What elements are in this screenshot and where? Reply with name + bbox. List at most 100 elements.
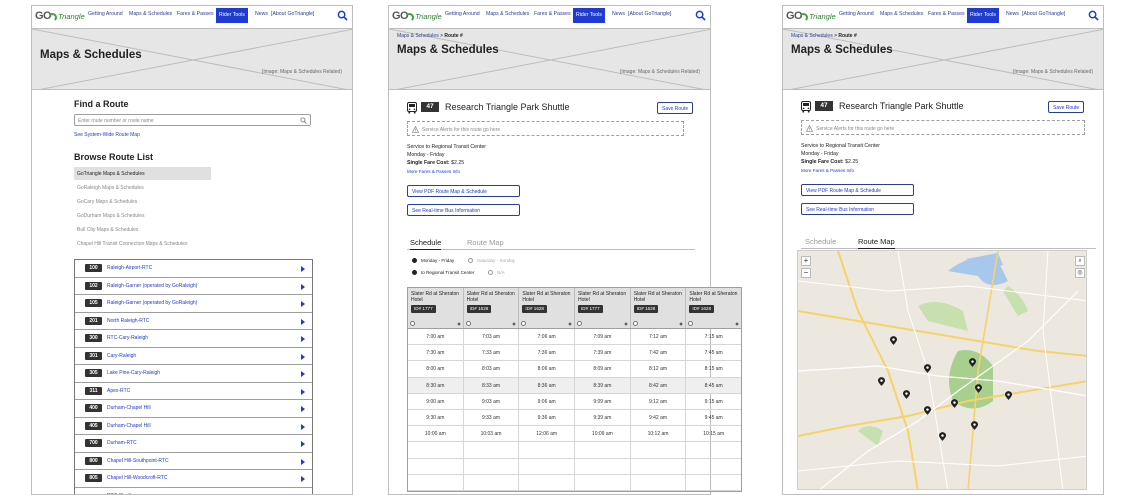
search-icon[interactable] xyxy=(1088,10,1099,21)
radio-weekday[interactable]: Monday - Friday xyxy=(412,258,454,263)
chevron-right-icon[interactable] xyxy=(301,476,305,482)
pdf-route-map-button[interactable]: View PDF Route Map & Schedule xyxy=(801,184,914,196)
chevron-right-icon[interactable] xyxy=(301,371,305,377)
check-icon[interactable] xyxy=(688,321,694,326)
nav-news[interactable]: News xyxy=(1006,11,1019,17)
map-pin-icon[interactable] xyxy=(924,406,931,415)
radio-direction-rtc[interactable]: to Regional Transit Center xyxy=(412,270,474,275)
nav-maps-schedules[interactable]: Maps & Schedules xyxy=(880,11,923,17)
chevron-right-icon[interactable] xyxy=(301,441,305,447)
zoom-out-button[interactable]: − xyxy=(801,268,811,278)
route-name-link[interactable]: Apex-RTC xyxy=(107,388,130,394)
search-icon[interactable] xyxy=(695,10,706,21)
tab-schedule[interactable]: Schedule xyxy=(805,235,836,248)
chevron-right-icon[interactable] xyxy=(301,283,305,290)
route-name-link[interactable]: Raleigh-Airport-RTC xyxy=(107,265,152,271)
browse-item-gotriangle[interactable]: GoTriangle Maps & Schedules xyxy=(74,167,211,180)
check-icon[interactable] xyxy=(577,321,583,326)
browse-item-bull-city[interactable]: Bull City Maps & Schedules xyxy=(74,223,211,236)
map-pin-icon[interactable] xyxy=(951,399,958,408)
chevron-right-icon[interactable] xyxy=(301,423,305,430)
zoom-in-button[interactable]: + xyxy=(801,256,811,266)
map-pin-icon[interactable] xyxy=(878,377,885,386)
fares-info-link[interactable]: More Fares & Passes Info xyxy=(801,168,854,173)
route-name-link[interactable]: Raleigh-Garner (operated by GoRaleigh) xyxy=(107,300,197,306)
route-search-input[interactable]: Enter route number or route name xyxy=(74,114,311,126)
route-list-row[interactable]: 400 Durham-Chapel Hill xyxy=(75,400,312,418)
save-route-button[interactable]: Save Route xyxy=(1048,101,1085,113)
route-list-row[interactable]: RTC Shuttles xyxy=(75,488,312,494)
nav-news[interactable]: News xyxy=(612,11,625,17)
system-map-link[interactable]: See System-Wide Route Map xyxy=(74,132,140,138)
route-list-row[interactable]: 201 North Raleigh-RTC xyxy=(75,313,312,330)
map-pin-icon[interactable] xyxy=(939,432,946,441)
nav-about[interactable]: [About GoTriangle] xyxy=(271,11,314,17)
map-pin-icon[interactable] xyxy=(903,390,910,399)
gotriangle-logo[interactable]: GO Triangle xyxy=(35,10,85,22)
pdf-route-map-button[interactable]: View PDF Route Map & Schedule xyxy=(407,185,520,197)
route-list-row[interactable]: 102 Raleigh-Garner (operated by GoRaleigh… xyxy=(75,278,312,295)
search-icon[interactable] xyxy=(337,10,348,21)
route-list-row[interactable]: 700 Durham-RTC xyxy=(75,435,312,453)
route-name-link[interactable]: Durham-Chapel Hill xyxy=(107,423,151,429)
nav-maps-schedules[interactable]: Maps & Schedules xyxy=(129,11,172,17)
chevron-right-icon[interactable] xyxy=(301,406,305,412)
nav-fares-passes[interactable]: Fares & Passes xyxy=(928,11,965,17)
route-name-link[interactable]: Lake Pine-Cary-Raleigh xyxy=(107,370,160,376)
chevron-right-icon[interactable] xyxy=(301,318,305,325)
map-pin-icon[interactable] xyxy=(1005,391,1012,400)
route-name-link[interactable]: RTC-Cary-Raleigh xyxy=(107,335,148,341)
nav-about[interactable]: [About GoTriangle] xyxy=(628,11,671,17)
nav-getting-around[interactable]: Getting Around xyxy=(88,11,123,17)
tab-route-map[interactable]: Route Map xyxy=(858,235,895,249)
route-list-row[interactable]: 105 Raleigh-Garner (operated by GoRaleigh… xyxy=(75,295,312,313)
gotriangle-logo[interactable]: GO Triangle xyxy=(786,10,836,22)
map-locate-button[interactable]: ◎ xyxy=(1075,268,1085,278)
route-list-row[interactable]: 805 Chapel Hill-Woodcroft-RTC xyxy=(75,470,312,488)
map-search-button[interactable]: ⌕ xyxy=(1075,256,1085,266)
route-list-row[interactable]: 311 Apex-RTC xyxy=(75,383,312,400)
nav-getting-around[interactable]: Getting Around xyxy=(445,11,480,17)
map-pin-icon[interactable] xyxy=(924,364,931,373)
route-list-row[interactable]: 300 RTC-Cary-Raleigh xyxy=(75,330,312,348)
breadcrumb-parent[interactable]: Maps & Schedules xyxy=(791,33,833,39)
sort-icon[interactable] xyxy=(623,322,628,326)
chevron-right-icon[interactable] xyxy=(301,301,305,307)
check-icon[interactable] xyxy=(410,321,415,326)
route-name-link[interactable]: North Raleigh-RTC xyxy=(107,318,149,324)
route-list-row[interactable]: 405 Durham-Chapel Hill xyxy=(75,418,312,435)
route-name-link[interactable]: Raleigh-Garner (operated by GoRaleigh) xyxy=(107,283,197,289)
browse-item-gocary[interactable]: GoCary Maps & Schedules xyxy=(74,195,211,208)
browse-item-goraleigh[interactable]: GoRaleigh Maps & Schedules xyxy=(74,181,211,194)
nav-rider-tools[interactable]: Rider Tools xyxy=(216,8,248,23)
route-name-link[interactable]: Durham-Chapel Hill xyxy=(107,405,151,411)
route-list-row[interactable]: 100 Raleigh-Airport-RTC xyxy=(75,260,312,278)
route-list-row[interactable]: 301 Cary-Raleigh xyxy=(75,348,312,365)
chevron-right-icon[interactable] xyxy=(301,353,305,360)
search-icon[interactable] xyxy=(300,117,307,124)
check-icon[interactable] xyxy=(632,321,638,326)
route-map[interactable]: + − ⌕ ◎ xyxy=(797,250,1087,490)
sort-icon[interactable] xyxy=(456,322,461,326)
route-list-row[interactable]: 800 Chapel Hill-Southpoint-RTC xyxy=(75,453,312,470)
tab-schedule[interactable]: Schedule xyxy=(410,236,442,250)
gotriangle-logo[interactable]: GO Triangle xyxy=(392,10,442,22)
sort-icon[interactable] xyxy=(568,322,572,326)
nav-maps-schedules[interactable]: Maps & Schedules xyxy=(486,11,529,17)
radio-weekend[interactable]: Saturday - Sunday xyxy=(468,258,515,263)
save-route-button[interactable]: Save Route xyxy=(657,102,694,114)
nav-about[interactable]: [About GoTriangle] xyxy=(1022,11,1065,17)
map-pin-icon[interactable] xyxy=(975,384,982,393)
nav-getting-around[interactable]: Getting Around xyxy=(839,11,874,17)
sort-icon[interactable] xyxy=(679,322,684,326)
radio-direction-na[interactable]: N/A xyxy=(488,270,505,275)
check-icon[interactable] xyxy=(521,321,527,326)
map-pin-icon[interactable] xyxy=(969,358,976,367)
nav-news[interactable]: News xyxy=(255,11,268,17)
chevron-right-icon[interactable] xyxy=(301,458,305,465)
map-pin-icon[interactable] xyxy=(971,421,978,430)
chevron-right-icon[interactable] xyxy=(301,336,305,342)
realtime-bus-button[interactable]: See Real-time Bus Information xyxy=(407,204,520,216)
nav-rider-tools[interactable]: Rider Tools xyxy=(573,8,605,23)
chevron-right-icon[interactable] xyxy=(301,266,305,272)
